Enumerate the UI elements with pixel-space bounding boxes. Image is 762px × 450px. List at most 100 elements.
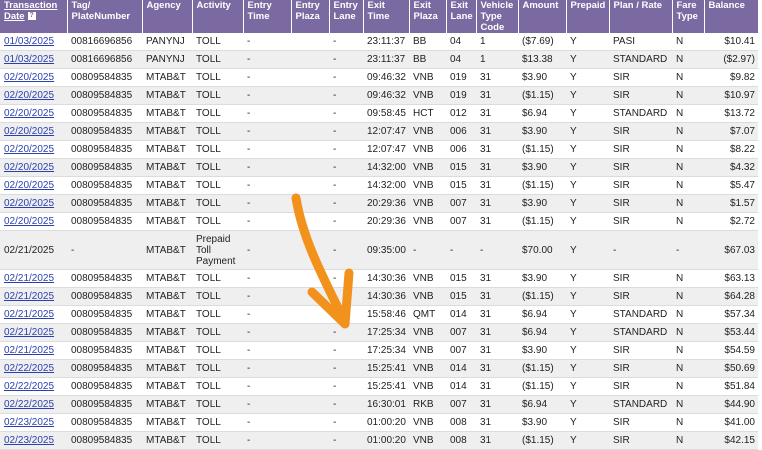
cell-activity: TOLL	[192, 413, 243, 432]
cell-tag: 00809584835	[67, 104, 142, 123]
cell-date: 02/20/2025	[0, 68, 67, 87]
column-header-transaction-date[interactable]: Transaction Date?	[0, 0, 68, 33]
cell-date: 02/21/2025	[0, 287, 67, 306]
transaction-date-link[interactable]: 02/21/2025	[4, 327, 54, 338]
transaction-date-link[interactable]: 02/22/2025	[4, 399, 54, 410]
transaction-date-link[interactable]: 02/23/2025	[4, 417, 54, 428]
transaction-date-link[interactable]: 01/03/2025	[4, 54, 54, 65]
transaction-date-link[interactable]: 02/21/2025	[4, 309, 54, 320]
cell-activity: TOLL	[192, 158, 243, 177]
cell-amount: $3.90	[518, 158, 566, 177]
cell-exit-plaza: VNB	[409, 140, 446, 159]
cell-exit-time: 14:32:00	[363, 158, 409, 177]
cell-exit-time: 09:46:32	[363, 68, 409, 87]
cell-prepaid: Y	[566, 140, 609, 159]
cell-entry-plaza	[291, 33, 329, 51]
cell-activity: TOLL	[192, 194, 243, 213]
cell-agency: MTAB&T	[142, 305, 192, 324]
cell-exit-lane: 04	[446, 33, 476, 51]
cell-plan: STANDARD	[609, 395, 672, 414]
transaction-date-link[interactable]: 02/21/2025	[4, 345, 54, 356]
help-icon[interactable]: ?	[27, 12, 36, 21]
cell-prepaid: Y	[566, 377, 609, 396]
cell-plan: SIR	[609, 68, 672, 87]
cell-plan: STANDARD	[609, 305, 672, 324]
cell-exit-time: 17:25:34	[363, 341, 409, 360]
cell-entry-plaza	[291, 176, 329, 195]
cell-agency: MTAB&T	[142, 413, 192, 432]
transaction-date-link[interactable]: 02/20/2025	[4, 180, 54, 191]
cell-exit-time: 20:29:36	[363, 194, 409, 213]
cell-fare: N	[672, 33, 704, 51]
cell-vtc: 31	[476, 212, 518, 231]
cell-entry-time: -	[243, 86, 291, 105]
transaction-date-link[interactable]: 02/21/2025	[4, 273, 54, 284]
column-header-activity: Activity	[192, 0, 244, 33]
cell-agency: MTAB&T	[142, 194, 192, 213]
cell-exit-time: 12:07:47	[363, 140, 409, 159]
cell-date: 02/21/2025	[0, 230, 67, 270]
transaction-date-link[interactable]: 02/20/2025	[4, 216, 54, 227]
cell-prepaid: Y	[566, 176, 609, 195]
column-header-tag-plate-number: Tag/PlateNumber	[67, 0, 143, 33]
transaction-date-link[interactable]: 02/20/2025	[4, 198, 54, 209]
column-header-prepaid: Prepaid	[566, 0, 610, 33]
cell-prepaid: Y	[566, 68, 609, 87]
cell-exit-time: 17:25:34	[363, 323, 409, 342]
cell-vtc: 1	[476, 33, 518, 51]
cell-exit-plaza: -	[409, 230, 446, 270]
transaction-date-link[interactable]: 02/20/2025	[4, 72, 54, 83]
cell-fare: N	[672, 323, 704, 342]
cell-fare: N	[672, 86, 704, 105]
cell-exit-plaza: QMT	[409, 305, 446, 324]
cell-amount: ($1.15)	[518, 287, 566, 306]
cell-exit-time: 15:25:41	[363, 359, 409, 378]
cell-exit-time: 23:11:37	[363, 50, 409, 69]
transaction-date-link[interactable]: 02/20/2025	[4, 108, 54, 119]
cell-entry-lane: -	[329, 176, 363, 195]
cell-tag: 00809584835	[67, 176, 142, 195]
cell-vtc: 31	[476, 86, 518, 105]
cell-vtc: 31	[476, 194, 518, 213]
table-row: 02/23/2025 00809584835 MTAB&T TOLL - -01:00:2…	[0, 413, 758, 432]
table-row: 02/22/2025 00809584835 MTAB&T TOLL - -15:25:4…	[0, 359, 758, 378]
table-row: 02/20/2025 00809584835 MTAB&T TOLL - -12:07:4…	[0, 140, 758, 159]
cell-plan: STANDARD	[609, 50, 672, 69]
cell-balance: $50.69	[704, 359, 758, 378]
cell-plan: SIR	[609, 413, 672, 432]
cell-agency: MTAB&T	[142, 158, 192, 177]
transaction-date-link[interactable]: 02/20/2025	[4, 90, 54, 101]
cell-tag: 00809584835	[67, 269, 142, 288]
cell-vtc: 31	[476, 395, 518, 414]
cell-agency: PANYNJ	[142, 33, 192, 51]
cell-vtc: 31	[476, 176, 518, 195]
transaction-date-link[interactable]: 02/22/2025	[4, 381, 54, 392]
cell-entry-time: -	[243, 176, 291, 195]
cell-prepaid: Y	[566, 395, 609, 414]
cell-exit-plaza: BB	[409, 33, 446, 51]
cell-exit-lane: 006	[446, 122, 476, 141]
cell-exit-time: 14:30:36	[363, 287, 409, 306]
cell-entry-plaza	[291, 122, 329, 141]
transaction-date-link[interactable]: 02/20/2025	[4, 126, 54, 137]
transaction-date-link[interactable]: 02/21/2025	[4, 291, 54, 302]
transaction-date-link[interactable]: 02/22/2025	[4, 363, 54, 374]
cell-agency: MTAB&T	[142, 104, 192, 123]
transaction-date-link[interactable]: 01/03/2025	[4, 36, 54, 47]
transaction-date-link[interactable]: 02/20/2025	[4, 144, 54, 155]
transaction-date-link[interactable]: 02/20/2025	[4, 162, 54, 173]
cell-entry-time: -	[243, 413, 291, 432]
cell-plan: -	[609, 230, 672, 270]
cell-exit-plaza: VNB	[409, 194, 446, 213]
cell-exit-time: 23:11:37	[363, 33, 409, 51]
cell-exit-lane: 019	[446, 86, 476, 105]
cell-agency: PANYNJ	[142, 50, 192, 69]
cell-entry-time: -	[243, 104, 291, 123]
cell-vtc: 31	[476, 323, 518, 342]
cell-fare: N	[672, 140, 704, 159]
cell-date: 02/20/2025	[0, 194, 67, 213]
cell-fare: N	[672, 377, 704, 396]
cell-balance: $57.34	[704, 305, 758, 324]
cell-exit-time: 20:29:36	[363, 212, 409, 231]
cell-date: 02/22/2025	[0, 395, 67, 414]
